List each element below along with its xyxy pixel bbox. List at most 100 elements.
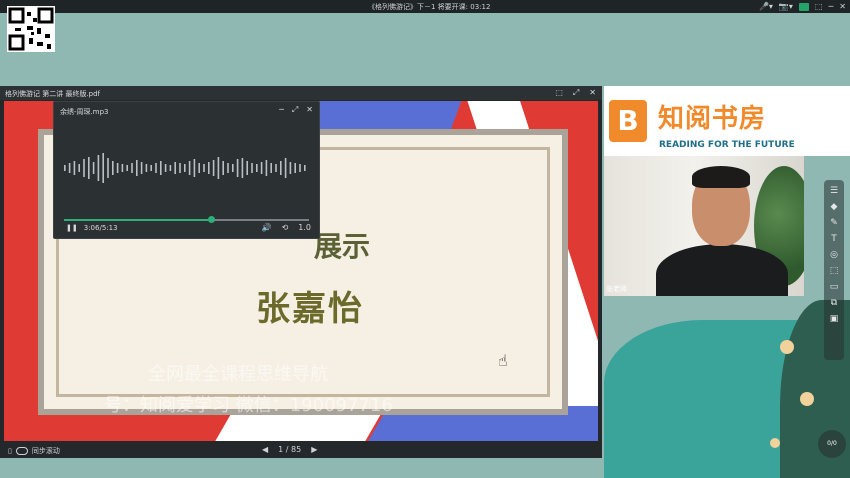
pdf-file-name: 格列佛游记 第二讲 最终版.pdf — [5, 90, 101, 98]
qr-code — [7, 6, 55, 52]
audio-window-controls: ─ ⤢ ✕ — [279, 105, 313, 115]
waveform-bar — [188, 161, 191, 175]
waveform-bar — [131, 163, 133, 173]
waveform-bar — [270, 163, 272, 173]
pause-icon[interactable]: ❚❚ — [66, 224, 78, 232]
screen-icon[interactable]: ▣ — [829, 314, 839, 324]
close-icon[interactable]: ✕ — [839, 2, 846, 11]
pen-icon[interactable]: ✎ — [829, 218, 839, 228]
watermark-text: 号：知阅爱学习 微信：19009771​6 — [104, 395, 393, 416]
audio-progress-bar[interactable] — [64, 216, 309, 223]
waveform-bar — [260, 162, 263, 174]
top-controls: 🎤▾ 📷▾ ⬚ ─ ✕ — [759, 1, 846, 12]
waveform-bar — [241, 158, 244, 178]
waveform-bar — [140, 162, 143, 174]
waveform-bar — [107, 158, 109, 178]
waveform-bar — [136, 160, 138, 176]
audio-file-name: 余绣-周琛.mp3 — [60, 108, 109, 116]
fullscreen-icon[interactable]: ⤢ — [292, 105, 298, 115]
laser-icon[interactable]: ◎ — [829, 250, 839, 260]
waveform-bar — [169, 165, 172, 171]
waveform-bar — [304, 165, 306, 171]
waveform-bar — [164, 164, 167, 172]
fullscreen-icon[interactable]: ⤢ — [573, 88, 579, 98]
pdf-window-controls: ⬚ ⤢ ✕ — [555, 88, 596, 98]
drawing-toolbar: ☰ ◆ ✎ T ◎ ⬚ ▭ ⧉ ▣ — [824, 180, 844, 360]
next-page-icon[interactable]: ▶ — [311, 445, 317, 454]
waveform-bar — [265, 160, 268, 176]
audio-player-window: 余绣-周琛.mp3 ─ ⤢ ✕ ❚❚ 3:06/5:13 🔊 ⟲ 1.0 — [53, 101, 320, 239]
hand-raise-counter[interactable]: 0/0 — [818, 430, 846, 458]
audio-progress-fill — [64, 219, 211, 221]
page-separator: / — [285, 445, 289, 454]
waveform-bar — [116, 163, 119, 173]
rectangle-icon[interactable]: ⬚ — [829, 266, 839, 276]
waveform-bar — [88, 157, 90, 179]
volume-icon[interactable]: 🔊 — [262, 223, 272, 232]
loop-icon[interactable]: ⟲ — [282, 223, 289, 232]
menu-icon[interactable]: ☰ — [829, 186, 839, 196]
eraser-icon[interactable]: ▭ — [829, 282, 839, 292]
certificate-heading: 展示 — [314, 230, 371, 263]
close-icon[interactable]: ✕ — [589, 88, 596, 98]
record-icon[interactable] — [798, 2, 809, 11]
copy-icon[interactable]: ⧉ — [829, 298, 839, 308]
sidebar-toggle-icon[interactable]: ▯ — [8, 447, 12, 455]
waveform-bar — [232, 164, 234, 172]
waveform-bar — [174, 162, 176, 174]
close-icon[interactable]: ✕ — [306, 105, 313, 115]
minimize-icon[interactable]: ─ — [279, 105, 284, 115]
page-navigator: ◀ 1 / 85 ▶ — [262, 445, 317, 454]
waveform-bar — [208, 162, 210, 174]
camera-icon[interactable]: 📷▾ — [779, 2, 793, 11]
prev-page-icon[interactable]: ◀ — [262, 445, 268, 454]
waveform-bar — [236, 159, 239, 177]
waveform-bar — [68, 163, 71, 173]
speed-control[interactable]: 1.0 — [298, 223, 311, 232]
certificate-student-name: 张嘉怡 — [256, 289, 364, 329]
waveform-bar — [256, 164, 258, 172]
waveform-bar — [203, 164, 205, 172]
teacher-webcam: 张老师 — [604, 156, 804, 296]
mic-icon[interactable]: 🎤▾ — [759, 2, 773, 11]
waveform-bar — [198, 163, 200, 173]
restore-icon[interactable]: ⬚ — [555, 88, 563, 98]
audio-total-time: 5:13 — [101, 224, 118, 232]
waveform-bar — [289, 162, 292, 174]
shape-icon[interactable]: ◆ — [829, 202, 839, 212]
logo-chinese-name: 知阅书房 — [658, 104, 767, 134]
waveform-bar — [83, 159, 85, 177]
top-bar: 《格列佛游记》下－1 将要开课: 03:12 🎤▾ 📷▾ ⬚ ─ ✕ — [0, 0, 850, 13]
waveform-bar — [112, 161, 114, 175]
hand-cursor-icon: ☝ — [498, 351, 508, 370]
waveform-bar — [121, 164, 124, 172]
waveform-bar — [227, 163, 229, 173]
audio-current-time: 3:06 — [83, 224, 100, 232]
class-title: 《格列佛游记》下－1 将要开课: 03:12 — [368, 3, 491, 11]
waveform-bar — [179, 163, 181, 173]
waveform-bar — [294, 163, 296, 173]
waveform-bar — [246, 161, 248, 175]
waveform-bar — [150, 165, 152, 171]
waveform-bar — [217, 157, 220, 179]
waveform-bar — [284, 158, 287, 178]
sync-scroll-toggle[interactable]: ▯ 同步滚动 — [8, 446, 60, 456]
audio-waveform — [64, 153, 306, 183]
audio-progress-knob[interactable] — [208, 216, 215, 223]
waveform-bar — [155, 163, 157, 173]
pdf-title-bar[interactable]: 格列佛游记 第二讲 最终版.pdf ⬚ ⤢ ✕ — [0, 86, 602, 100]
window-icon[interactable]: ⬚ — [815, 2, 823, 11]
webcam-name-tag: 张老师 — [606, 285, 627, 293]
waveform-bar — [275, 164, 277, 172]
waveform-bar — [64, 165, 66, 171]
minimize-icon[interactable]: ─ — [828, 2, 833, 11]
waveform-bar — [78, 164, 80, 172]
waveform-bar — [160, 161, 162, 175]
waveform-bar — [280, 161, 282, 175]
text-icon[interactable]: T — [829, 234, 839, 244]
toggle-switch-icon[interactable] — [15, 447, 28, 455]
background-dot — [800, 392, 814, 406]
logo-mark: B — [609, 100, 647, 142]
pdf-bottom-bar: ▯ 同步滚动 ◀ 1 / 85 ▶ — [0, 442, 602, 458]
watermark-text: 全网最全课程思维导航 — [148, 364, 328, 385]
